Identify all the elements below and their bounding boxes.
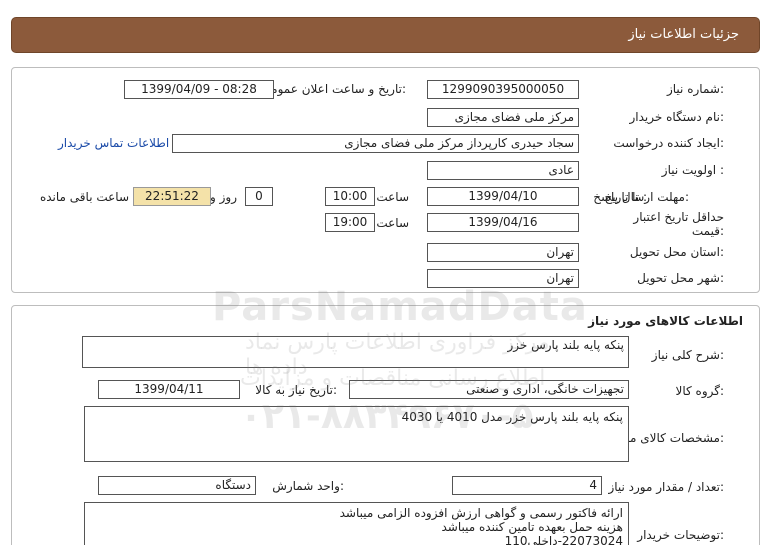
buyer-org-label: نام دستگاه خریدار: xyxy=(629,110,725,124)
specs-field: پنکه پایه بلند پارس خزر مدل 4010 یا 4030 xyxy=(84,406,629,462)
remaining-time-field: 22:51:22 xyxy=(133,187,211,206)
requester-field: سجاد حیدری کارپرداز مرکز ملی فضای مجازی xyxy=(172,134,579,153)
deadline-time-field: 10:00 xyxy=(325,187,375,206)
summary-label: شرح کلی نیاز: xyxy=(651,348,724,362)
buyer-notes-label: توضیحات خریدار: xyxy=(637,528,724,542)
goods-section-title: اطلاعات کالاهای مورد نیاز xyxy=(588,314,743,328)
city-label: شهر محل تحویل: xyxy=(637,271,724,285)
buyer-notes-line-1: ارائه فاکتور رسمی و گواهی ارزش افزوده ال… xyxy=(339,506,623,520)
need-info-panel: شماره نیاز: 1299090395000050 تاریخ و ساع… xyxy=(11,67,760,293)
validity-label: حداقل تاریخ اعتبار قیمت: xyxy=(633,210,724,238)
announce-field: 1399/04/09 - 08:28 xyxy=(124,80,274,99)
quantity-label: تعداد / مقدار مورد نیاز: xyxy=(608,480,724,494)
deadline-time-label: ساعت xyxy=(376,190,409,204)
days-label: روز و xyxy=(210,190,237,204)
unit-field: دستگاه xyxy=(98,476,256,495)
priority-field: عادی xyxy=(427,161,579,180)
need-date-label: تاریخ نیاز به کالا: xyxy=(255,383,337,397)
page-header: جزئیات اطلاعات نیاز xyxy=(11,17,760,53)
province-field: تهران xyxy=(427,243,579,262)
unit-label: واحد شمارش: xyxy=(272,479,344,493)
validity-time-field: 19:00 xyxy=(325,213,375,232)
buyer-org-field: مرکز ملی فضای مجازی xyxy=(427,108,579,127)
summary-field: پنکه پایه بلند پارس خزر xyxy=(82,336,629,368)
requester-label: ایجاد کننده درخواست: xyxy=(613,136,724,150)
deadline-to-date-label: تا تاریخ : xyxy=(604,190,647,204)
validity-date-field: 1399/04/16 xyxy=(427,213,579,232)
deadline-date-field: 1399/04/10 xyxy=(427,187,579,206)
buyer-contact-link[interactable]: اطلاعات تماس خریدار xyxy=(58,136,169,150)
days-remaining-field: 0 xyxy=(245,187,273,206)
need-number-label: شماره نیاز: xyxy=(666,82,724,96)
city-field: تهران xyxy=(427,269,579,288)
priority-label: اولویت نیاز : xyxy=(661,163,724,177)
announce-label: تاریخ و ساعت اعلان عمومی: xyxy=(261,82,406,96)
quantity-field: 4 xyxy=(452,476,602,495)
goods-info-panel: اطلاعات کالاهای مورد نیاز شرح کلی نیاز: … xyxy=(11,305,760,545)
buyer-notes-line-2: هزینه حمل بعهده تامین کننده میباشد xyxy=(441,520,623,534)
buyer-notes-field: ارائه فاکتور رسمی و گواهی ارزش افزوده ال… xyxy=(84,502,629,545)
need-date-field: 1399/04/11 xyxy=(98,380,240,399)
province-label: استان محل تحویل: xyxy=(629,245,724,259)
validity-time-label: ساعت xyxy=(376,216,409,230)
group-label: گروه کالا: xyxy=(675,384,725,398)
need-number-field: 1299090395000050 xyxy=(427,80,579,99)
buyer-notes-line-3: 22073024-داخلی110 xyxy=(504,534,623,545)
group-field: تجهیزات خانگی، اداری و صنعتی xyxy=(349,380,629,399)
page-title: جزئیات اطلاعات نیاز xyxy=(628,27,739,42)
remaining-label: ساعت باقی مانده xyxy=(39,190,129,204)
